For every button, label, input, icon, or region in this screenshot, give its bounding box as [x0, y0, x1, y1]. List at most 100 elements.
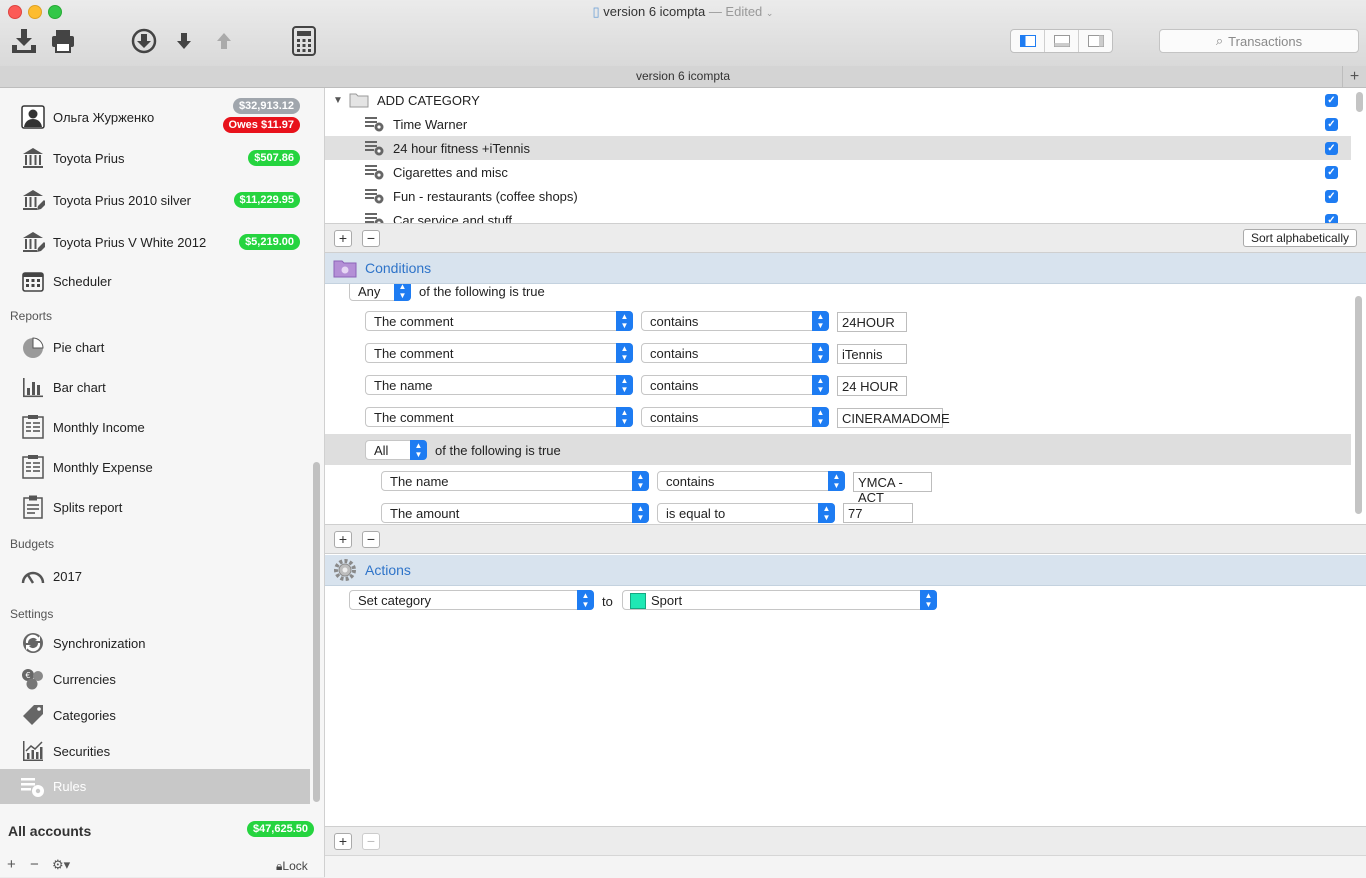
add-tab-button[interactable]: +	[1342, 66, 1366, 87]
sidebar-item-bar-chart[interactable]: Bar chart	[0, 371, 310, 403]
action-type-select[interactable]: Set category ▲ ▼	[349, 590, 594, 610]
condition-value-field[interactable]: CINERAMADOME	[837, 408, 950, 428]
sidebar-item-monthly-income[interactable]: Monthly Income	[0, 411, 310, 443]
sync-icon	[20, 630, 46, 656]
download-circle-button[interactable]	[129, 26, 159, 56]
condition-operator-select[interactable]: contains ▲ ▼	[657, 471, 845, 491]
category-scrollbar[interactable]	[1356, 92, 1363, 112]
sidebar-account-toyota-prius[interactable]: Toyota Prius $507.86	[0, 142, 310, 174]
search-icon: ⌕	[1215, 33, 1224, 48]
report-sheet-icon	[20, 454, 46, 480]
chevron-down-icon[interactable]: ⌄	[766, 8, 774, 18]
clipboard-icon	[20, 494, 46, 520]
arrow-up-icon	[217, 33, 231, 49]
category-button-bar: + − Sort alphabetically	[325, 223, 1366, 253]
document-tab[interactable]: version 6 icompta	[0, 66, 1366, 88]
sidebar-item-scheduler[interactable]: Scheduler	[0, 265, 310, 297]
list-item-selected[interactable]: 24 hour fitness +iTennis ✓	[325, 136, 1351, 160]
condition-field-select[interactable]: The name ▲ ▼	[381, 471, 649, 491]
condition-operator-select[interactable]: contains ▲ ▼	[641, 375, 829, 395]
import-button[interactable]	[9, 26, 39, 56]
sort-alphabetically-button[interactable]: Sort alphabetically	[1242, 229, 1357, 247]
actions-button-bar: + −	[325, 826, 1366, 856]
checkbox[interactable]: ✓	[1325, 93, 1338, 107]
remove-category-button[interactable]: −	[362, 230, 380, 247]
sidebar-scrollbar[interactable]	[313, 462, 320, 802]
sidebar-account-toyota-prius-v[interactable]: Toyota Prius V White 2012 $5,219.00	[0, 226, 310, 258]
action-category-select[interactable]: Sport ▲ ▼	[622, 590, 937, 610]
condition-operator-select[interactable]: is equal to ▲ ▼	[657, 503, 835, 523]
sidebar-item-monthly-expense[interactable]: Monthly Expense	[0, 451, 310, 483]
condition-field-select[interactable]: The comment ▲ ▼	[365, 343, 633, 363]
chevron-updown-icon: ▲ ▼	[812, 343, 829, 363]
list-item[interactable]: Cigarettes and misc ✓	[325, 160, 1351, 184]
all-accounts-label[interactable]: All accounts	[8, 823, 91, 839]
gauge-icon	[20, 563, 46, 589]
sidebar-item-splits-report[interactable]: Splits report	[0, 491, 310, 523]
checkbox[interactable]: ✓	[1325, 165, 1338, 179]
bank-edit-icon	[20, 187, 46, 213]
quantifier-select[interactable]: Any ▲ ▼	[349, 284, 411, 301]
sidebar-item-pie-chart[interactable]: Pie chart	[0, 331, 310, 363]
list-item[interactable]: Car service and stuff ✓	[325, 208, 1351, 223]
disclosure-triangle-icon[interactable]: ▼	[333, 95, 343, 106]
sidebar-item-currencies[interactable]: € Currencies	[0, 663, 310, 695]
remove-condition-button[interactable]: −	[362, 531, 380, 548]
add-category-button[interactable]: +	[334, 230, 352, 247]
chevron-updown-icon: ▲ ▼	[920, 590, 937, 610]
sidebar-account-olga[interactable]: Ольга Журженко $32,913.12 Owes $11.97	[0, 98, 310, 134]
condition-field-select[interactable]: The comment ▲ ▼	[365, 311, 633, 331]
condition-value-field[interactable]: 24 HOUR	[837, 376, 907, 396]
svg-text:€: €	[26, 671, 31, 680]
condition-operator-select[interactable]: contains ▲ ▼	[641, 311, 829, 331]
print-button[interactable]	[48, 26, 78, 56]
stock-chart-icon	[20, 738, 46, 764]
checkbox[interactable]: ✓	[1325, 189, 1338, 203]
right-panel-toggle[interactable]	[1079, 30, 1112, 52]
sidebar: Ольга Журженко $32,913.12 Owes $11.97 To…	[0, 88, 325, 877]
bottom-panel-toggle[interactable]	[1045, 30, 1079, 52]
condition-field-select[interactable]: The amount ▲ ▼	[381, 503, 649, 523]
condition-group-row: All ▲ ▼ of the following is true	[325, 434, 1351, 465]
condition-value-field[interactable]: YMCA - ACT	[853, 472, 932, 505]
group-quantifier-select[interactable]: All ▲ ▼	[365, 440, 427, 460]
list-item[interactable]: Time Warner ✓	[325, 112, 1351, 136]
condition-value-field[interactable]: 24HOUR	[837, 312, 907, 332]
calculator-icon	[292, 26, 316, 56]
sidebar-item-rules[interactable]: Rules	[0, 769, 310, 804]
sidebar-item-categories[interactable]: Categories	[0, 699, 310, 731]
actions-section-header: Actions	[325, 555, 1366, 586]
chevron-updown-icon: ▲ ▼	[812, 311, 829, 331]
checkbox[interactable]: ✓	[1325, 141, 1338, 155]
sidebar-account-toyota-prius-2010[interactable]: Toyota Prius 2010 silver $11,229.95	[0, 184, 310, 216]
remove-account-button[interactable]: −	[30, 856, 39, 873]
condition-field-select[interactable]: The name ▲ ▼	[365, 375, 633, 395]
balance-badge: $507.86	[248, 150, 300, 166]
checkbox[interactable]: ✓	[1325, 117, 1338, 131]
lock-button[interactable]: 🔒︎Lock	[276, 859, 308, 874]
condition-value-field[interactable]: iTennis	[837, 344, 907, 364]
list-item[interactable]: Fun - restaurants (coffee shops) ✓	[325, 184, 1351, 208]
sidebar-item-securities[interactable]: Securities	[0, 735, 310, 767]
sidebar-item-synchronization[interactable]: Synchronization	[0, 627, 310, 659]
add-condition-button[interactable]: +	[334, 531, 352, 548]
left-panel-toggle[interactable]	[1011, 30, 1045, 52]
remove-action-button[interactable]: −	[362, 833, 380, 850]
move-down-button[interactable]	[169, 26, 199, 56]
sidebar-item-budget-2017[interactable]: 2017	[0, 560, 310, 592]
download-circle-icon	[131, 28, 157, 54]
add-account-button[interactable]: +	[7, 856, 16, 873]
search-input[interactable]: ⌕ Transactions	[1159, 29, 1359, 53]
condition-value-field[interactable]: 77	[843, 503, 913, 523]
conditions-scrollbar[interactable]	[1355, 296, 1362, 514]
calculator-button[interactable]	[289, 26, 319, 56]
gear-icon[interactable]: ⚙▾	[52, 857, 70, 873]
move-up-button[interactable]	[209, 26, 239, 56]
condition-operator-select[interactable]: contains ▲ ▼	[641, 407, 829, 427]
list-item[interactable]: ▼ ADD CATEGORY ✓	[325, 88, 1351, 112]
download-tray-icon	[12, 29, 36, 53]
add-action-button[interactable]: +	[334, 833, 352, 850]
checkbox[interactable]: ✓	[1325, 213, 1338, 223]
condition-operator-select[interactable]: contains ▲ ▼	[641, 343, 829, 363]
condition-field-select[interactable]: The comment ▲ ▼	[365, 407, 633, 427]
